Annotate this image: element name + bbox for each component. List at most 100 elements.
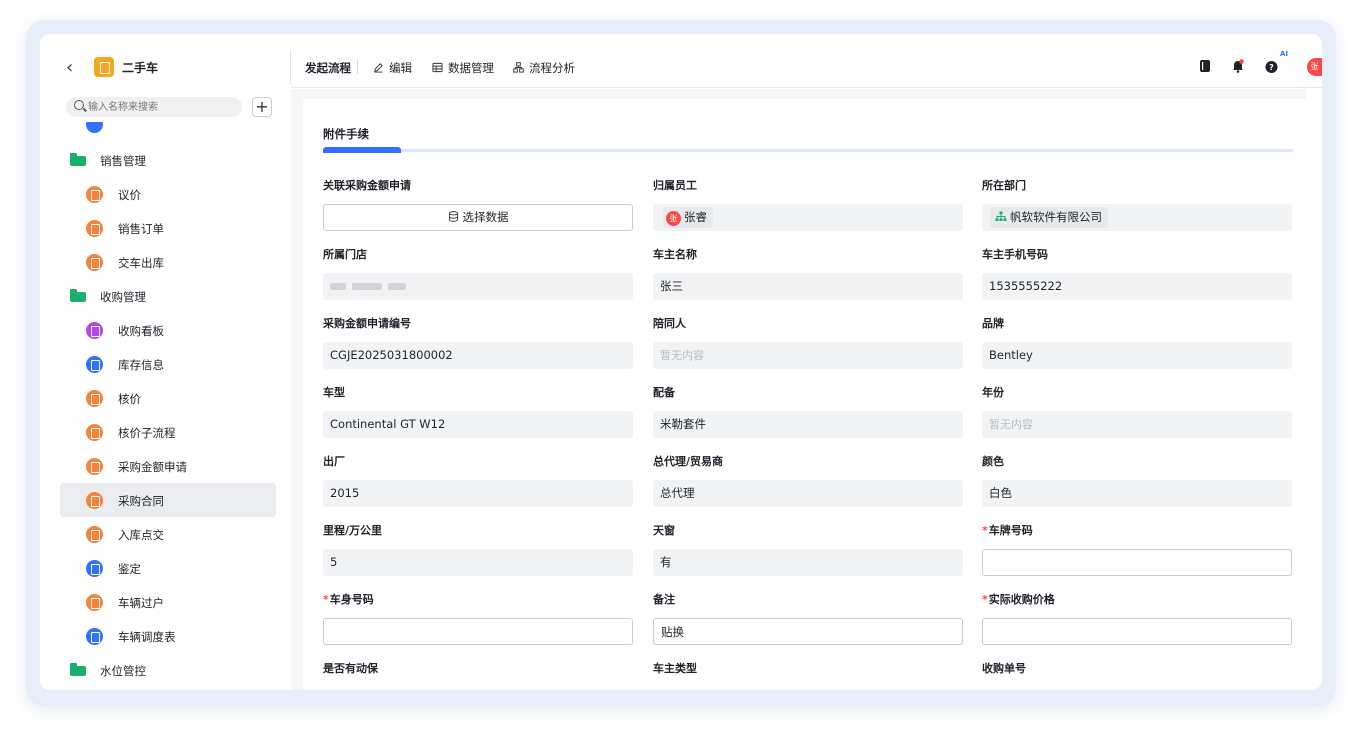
field-factory: 出厂 2015 <box>323 454 633 507</box>
nav-item-sales-order[interactable]: 销售订单 <box>60 211 276 245</box>
employee-name: 张睿 <box>684 210 707 224</box>
field-agent: 总代理/贸易商 总代理 <box>653 454 963 507</box>
flow-analysis-label: 流程分析 <box>529 61 575 75</box>
field-department: 所在部门 帆软软件有限公司 <box>982 178 1292 231</box>
nav-item-transfer[interactable]: 车辆过户 <box>60 585 276 619</box>
field-label: 是否有动保 <box>323 662 378 675</box>
nav-item-bargain[interactable]: 议价 <box>60 177 276 211</box>
toolbar: 发起流程 编辑 数据管理 流程分析 ? AI 张 <box>291 34 1322 88</box>
field-label: *车身号码 <box>323 592 633 608</box>
nav-item-label: 交车出库 <box>118 256 164 270</box>
flow-icon <box>513 62 524 73</box>
nav-item-price-subflow[interactable]: 核价子流程 <box>60 415 276 449</box>
org-chart-icon <box>995 211 1007 221</box>
field-label: 颜色 <box>982 455 1004 468</box>
required-mark: * <box>982 524 988 537</box>
nav-item-label: 议价 <box>118 188 141 202</box>
field-mileage: 里程/万公里 5 <box>323 523 633 576</box>
section-progress-fill <box>323 147 401 153</box>
form-icon <box>86 526 103 543</box>
field-model: 车型 Continental GT W12 <box>323 385 633 438</box>
search-input[interactable] <box>88 99 238 115</box>
nav-folder-sales[interactable]: 销售管理 <box>60 143 276 177</box>
help-icon[interactable]: ? <box>1264 58 1280 74</box>
field-value: 暂无内容 <box>653 342 963 369</box>
table-icon <box>432 62 443 73</box>
nav-item-label: 车辆过户 <box>118 596 164 610</box>
nav-item-price-check[interactable]: 核价 <box>60 381 276 415</box>
field-color: 颜色 白色 <box>982 454 1292 507</box>
user-avatar[interactable]: 张 <box>1307 58 1322 76</box>
field-plate-no: *车牌号码 <box>982 523 1292 576</box>
field-value: 有 <box>653 549 963 576</box>
dashboard-icon <box>86 322 103 339</box>
nav-item-purchase-contract[interactable]: 采购合同 <box>60 483 276 517</box>
field-label: 配备 <box>653 386 675 399</box>
form-icon <box>86 186 103 203</box>
field-label: 备注 <box>653 593 675 606</box>
form-card: 附件手续 关联采购金额申请 选择数据 归属员工 张张睿 所在部门 帆软软件有限公… <box>303 99 1306 690</box>
field-companion: 陪同人 暂无内容 <box>653 316 963 369</box>
nav-item-inventory[interactable]: 库存信息 <box>60 347 276 381</box>
section-progress-bar <box>323 147 1293 153</box>
nav-item-appraisal[interactable]: 鉴定 <box>60 551 276 585</box>
field-value: 暂无内容 <box>982 411 1292 438</box>
form-icon <box>86 594 103 611</box>
data-manage-button[interactable]: 数据管理 <box>432 60 494 76</box>
field-employee: 归属员工 张张睿 <box>653 178 963 231</box>
search-icon <box>74 100 84 110</box>
nav-list: 销售管理 议价 销售订单 交车出库 收购管理 收购看板 库存信息 核价 核价子流… <box>40 122 290 690</box>
field-value: 总代理 <box>653 480 963 507</box>
select-data-button[interactable]: 选择数据 <box>323 204 633 231</box>
field-label: 年份 <box>982 386 1004 399</box>
edit-button[interactable]: 编辑 <box>373 60 412 76</box>
nav-item-stock-in[interactable]: 入库点交 <box>60 517 276 551</box>
employee-avatar: 张 <box>666 211 681 226</box>
actual-price-input[interactable] <box>982 618 1292 645</box>
field-sunroof: 天窗 有 <box>653 523 963 576</box>
flow-analysis-button[interactable]: 流程分析 <box>513 60 575 76</box>
field-linked-purchase: 关联采购金额申请 选择数据 <box>323 178 633 231</box>
field-label: 车主类型 <box>653 662 697 675</box>
field-value: 5 <box>323 549 633 576</box>
search-box[interactable] <box>66 97 242 117</box>
nav-item-purchase-amount[interactable]: 采购金额申请 <box>60 449 276 483</box>
nav-folder-label: 收购管理 <box>100 290 146 304</box>
nav-folder-purchase[interactable]: 收购管理 <box>60 279 276 313</box>
nav-item-label: 车辆调度表 <box>118 630 176 644</box>
app-name: 二手车 <box>122 61 159 75</box>
back-arrow-icon[interactable]: ‹ <box>66 58 73 78</box>
folder-icon <box>70 663 86 676</box>
field-label: 车主手机号码 <box>982 248 1048 261</box>
nav-item-dispatch[interactable]: 车辆调度表 <box>60 619 276 653</box>
field-label: 天窗 <box>653 524 675 537</box>
nav-folder-water-level[interactable]: 水位管控 <box>60 653 276 687</box>
data-manage-label: 数据管理 <box>448 61 494 75</box>
field-label: 收购单号 <box>982 662 1026 675</box>
nav-item-delivery[interactable]: 交车出库 <box>60 245 276 279</box>
field-owner-phone: 车主手机号码 1535555222 <box>982 247 1292 300</box>
remark-input[interactable] <box>653 618 963 645</box>
ai-badge: AI <box>1279 50 1288 58</box>
start-flow-tab[interactable]: 发起流程 <box>305 60 351 76</box>
vin-input[interactable] <box>323 618 633 645</box>
department-tag: 帆软软件有限公司 <box>990 207 1108 228</box>
field-label: 总代理/贸易商 <box>653 455 724 468</box>
field-label: 所在部门 <box>982 179 1026 192</box>
field-label: 采购金额申请编号 <box>323 317 411 330</box>
nav-item-purchase-board[interactable]: 收购看板 <box>60 313 276 347</box>
plate-no-input[interactable] <box>982 549 1292 576</box>
field-label: *实际收购价格 <box>982 592 1292 608</box>
field-actual-price: *实际收购价格 <box>982 592 1292 645</box>
field-label: 车主名称 <box>653 248 697 261</box>
nav-item-label: 采购合同 <box>118 494 164 508</box>
toolbar-divider <box>357 60 358 74</box>
section-title: 附件手续 <box>323 127 369 141</box>
notebook-icon[interactable] <box>1197 58 1213 74</box>
field-label: 所属门店 <box>323 248 367 261</box>
field-label-text: 车身号码 <box>329 593 374 606</box>
field-brand: 品牌 Bentley <box>982 316 1292 369</box>
field-value-box: 张张睿 <box>653 204 963 231</box>
add-button[interactable]: + <box>252 97 272 117</box>
notification-bell-icon[interactable] <box>1230 58 1246 74</box>
